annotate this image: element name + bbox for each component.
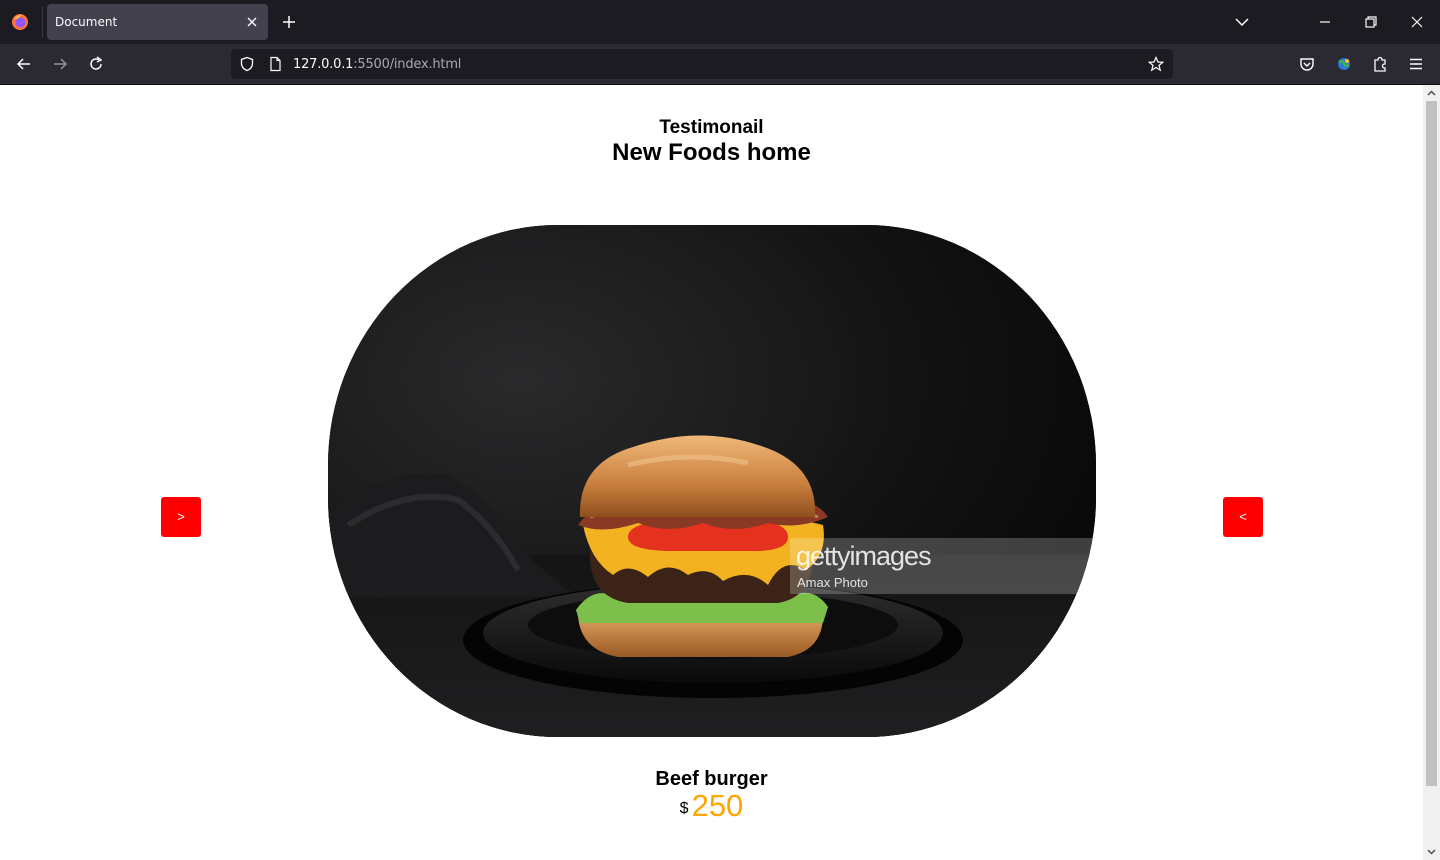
- watermark-brand: gettyimages: [796, 541, 932, 571]
- browser-titlebar: Document: [0, 0, 1440, 44]
- url-text[interactable]: 127.0.0.1:5500/index.html: [293, 57, 461, 72]
- url-path: :5500/index.html: [353, 57, 462, 72]
- scroll-up-icon[interactable]: [1427, 89, 1436, 98]
- restore-icon[interactable]: [1362, 13, 1380, 31]
- section-subtitle: Testimonail: [659, 117, 764, 138]
- food-image: gettyimages Amax Photo: [328, 225, 1096, 737]
- pocket-icon[interactable]: [1298, 55, 1316, 73]
- page-scrollbar[interactable]: [1423, 85, 1440, 860]
- bookmark-star-icon[interactable]: [1148, 56, 1164, 72]
- new-tab-icon[interactable]: [280, 13, 298, 31]
- extensions-puzzle-icon[interactable]: [1371, 55, 1389, 73]
- scroll-down-icon[interactable]: [1427, 847, 1436, 856]
- slider-next-button[interactable]: <: [1223, 497, 1263, 537]
- close-tab-icon[interactable]: [244, 14, 260, 30]
- browser-navbar: 127.0.0.1:5500/index.html: [0, 44, 1440, 85]
- reload-icon[interactable]: [87, 55, 105, 73]
- price-row: $250: [0, 788, 1423, 824]
- tab-document[interactable]: Document: [47, 4, 268, 40]
- address-bar[interactable]: 127.0.0.1:5500/index.html: [231, 49, 1173, 79]
- url-host: 127.0.0.1: [293, 57, 354, 72]
- page-viewport: Testimonail New Foods home > gettyimages…: [0, 85, 1423, 860]
- tracking-protection-shield-icon[interactable]: [239, 56, 255, 72]
- forward-icon[interactable]: [51, 55, 69, 73]
- watermark-credit: Amax Photo: [797, 575, 868, 590]
- burger-photo: [328, 225, 1096, 737]
- extension-globe-icon[interactable]: [1335, 55, 1353, 73]
- tab-title: Document: [55, 15, 118, 29]
- menu-hamburger-icon[interactable]: [1407, 55, 1425, 73]
- tab-separator: [42, 6, 43, 38]
- page-title: New Foods home: [612, 139, 811, 166]
- item-price: 250: [691, 788, 744, 823]
- currency-symbol: $: [679, 800, 689, 817]
- page-info-icon[interactable]: [267, 56, 283, 72]
- slider-prev-button[interactable]: >: [161, 497, 201, 537]
- firefox-logo-icon[interactable]: [11, 13, 29, 31]
- scroll-thumb[interactable]: [1426, 101, 1437, 786]
- close-window-icon[interactable]: [1408, 13, 1426, 31]
- minimize-icon[interactable]: [1316, 13, 1334, 31]
- back-icon[interactable]: [15, 55, 33, 73]
- list-all-tabs-icon[interactable]: [1233, 13, 1251, 31]
